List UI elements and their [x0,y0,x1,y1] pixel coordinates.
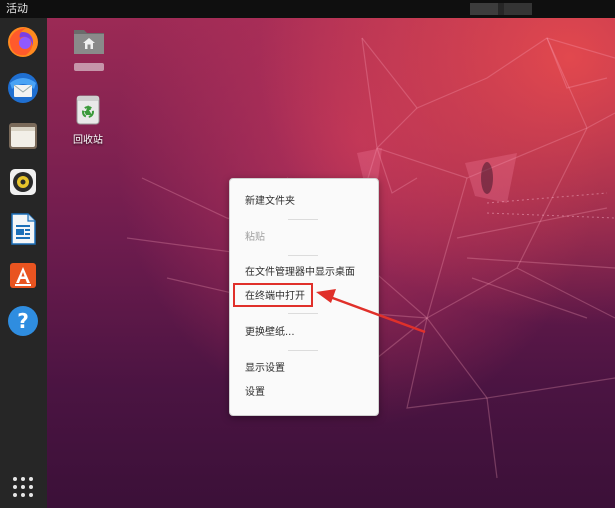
trash-icon [76,95,100,125]
help-question-icon: ? [8,306,38,336]
annotation-highlight-box [233,283,313,307]
menu-item-paste: 粘贴 [245,232,265,243]
rhythmbox-speaker-icon [10,169,36,195]
app-grid-icon [13,477,33,497]
dock-rhythmbox[interactable] [5,164,41,200]
menu-item-change-wallpaper[interactable]: 更换壁纸... [245,326,295,340]
dock-writer[interactable] [5,211,41,247]
desktop-home-folder[interactable] [59,24,119,74]
dock-thunderbird[interactable] [5,70,41,106]
writer-document-icon [11,213,36,245]
dock-firefox[interactable] [5,24,41,60]
dock-files[interactable] [5,118,41,154]
menu-separator [288,219,318,220]
home-folder-label-redacted [74,63,104,71]
menu-item-settings[interactable]: 设置 [245,386,265,400]
menu-item-new-folder[interactable]: 新建文件夹 [245,195,295,209]
svg-text:?: ? [17,309,29,333]
dock-help[interactable]: ? [5,303,41,339]
menu-separator [288,255,318,256]
menu-item-show-desktop-in-files[interactable]: 在文件管理器中显示桌面 [245,266,355,280]
activities-button[interactable]: 活动 [6,1,28,17]
dock-ubuntu-software[interactable] [5,257,41,293]
menu-separator [288,313,318,314]
menu-item-display-settings[interactable]: 显示设置 [245,362,285,376]
desktop-trash[interactable]: 回收站 [58,92,118,146]
system-tray-redacted[interactable] [470,3,532,15]
dock: ? [0,18,47,508]
thunderbird-mail-icon [8,73,38,103]
home-folder-icon [74,30,104,54]
firefox-icon [8,27,38,57]
top-bar: 活动 [0,0,615,18]
software-store-icon [10,263,36,288]
trash-label: 回收站 [73,135,103,146]
menu-separator [288,350,318,351]
files-folder-icon [9,123,37,149]
dock-show-applications[interactable] [5,469,41,505]
